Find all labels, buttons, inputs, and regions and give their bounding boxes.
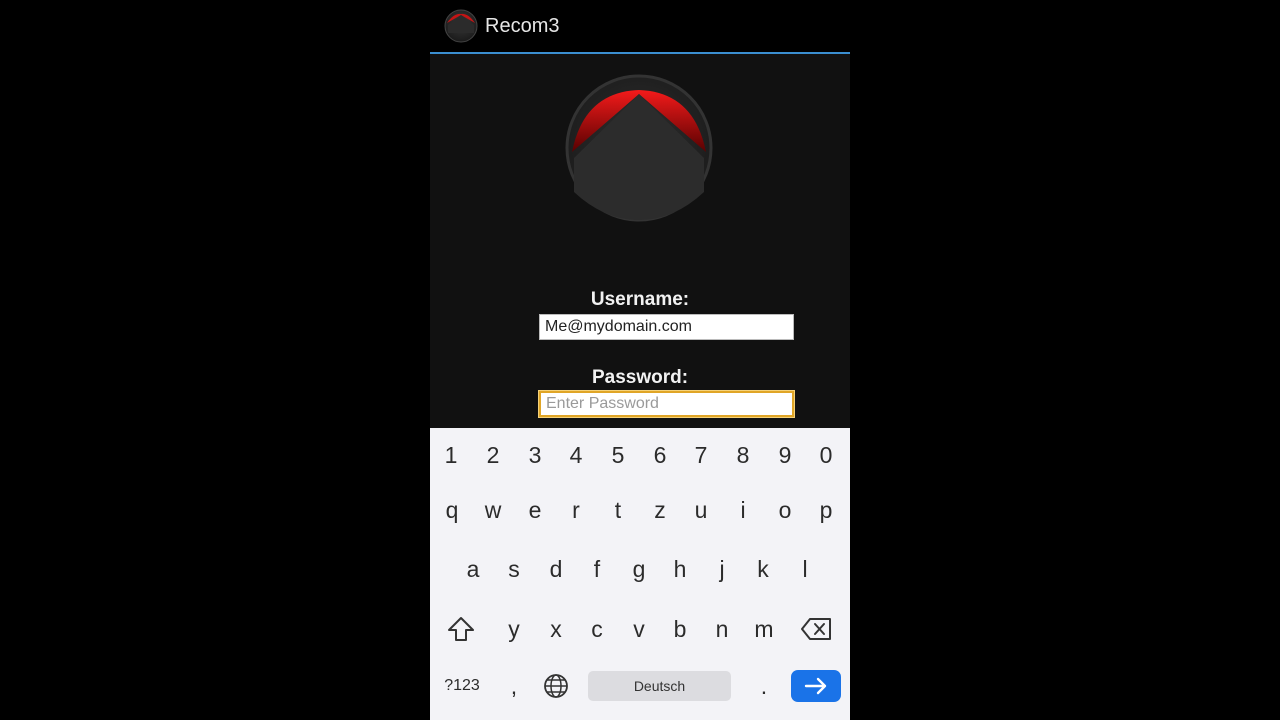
key-l[interactable]: l (785, 547, 825, 591)
action-bar: Recom3 (430, 0, 850, 54)
period-key[interactable]: . (744, 664, 784, 708)
shift-icon (448, 617, 474, 641)
key-j[interactable]: j (702, 547, 742, 591)
key-z[interactable]: z (640, 488, 680, 532)
key-w[interactable]: w (473, 488, 513, 532)
key-c[interactable]: c (577, 607, 617, 651)
key-p[interactable]: p (806, 488, 846, 532)
recom3-logo-icon (565, 74, 713, 222)
backspace-key[interactable] (796, 607, 836, 651)
key-a[interactable]: a (453, 547, 493, 591)
key-3[interactable]: 3 (515, 433, 555, 477)
shift-key[interactable] (441, 607, 481, 651)
key-0[interactable]: 0 (806, 433, 846, 477)
soft-keyboard: 1 2 3 4 5 6 7 8 9 0 q w e r t z u i o p … (430, 428, 850, 720)
key-g[interactable]: g (619, 547, 659, 591)
keyboard-row-1: q w e r t z u i o p (430, 488, 850, 538)
key-8[interactable]: 8 (723, 433, 763, 477)
key-h[interactable]: h (660, 547, 700, 591)
enter-key[interactable] (791, 670, 841, 702)
key-y[interactable]: y (494, 607, 534, 651)
key-9[interactable]: 9 (765, 433, 805, 477)
key-2[interactable]: 2 (473, 433, 513, 477)
keyboard-row-2: a s d f g h j k l (430, 547, 850, 597)
key-7[interactable]: 7 (681, 433, 721, 477)
key-d[interactable]: d (536, 547, 576, 591)
key-5[interactable]: 5 (598, 433, 638, 477)
key-b[interactable]: b (660, 607, 700, 651)
arrow-right-icon (804, 677, 827, 695)
username-label: Username: (590, 289, 690, 310)
backspace-icon (801, 618, 831, 640)
keyboard-row-3: y x c v b n m (430, 607, 850, 657)
key-v[interactable]: v (619, 607, 659, 651)
language-key[interactable] (536, 664, 576, 708)
key-6[interactable]: 6 (640, 433, 680, 477)
key-x[interactable]: x (536, 607, 576, 651)
key-m[interactable]: m (744, 607, 784, 651)
key-e[interactable]: e (515, 488, 555, 532)
space-key[interactable]: Deutsch (588, 671, 731, 701)
password-input[interactable] (539, 391, 794, 417)
key-1[interactable]: 1 (431, 433, 471, 477)
key-q[interactable]: q (432, 488, 472, 532)
key-u[interactable]: u (681, 488, 721, 532)
key-s[interactable]: s (494, 547, 534, 591)
keyboard-number-row: 1 2 3 4 5 6 7 8 9 0 (430, 433, 850, 483)
globe-icon (544, 674, 568, 698)
phone-screen: Recom3 Username: Password: 1 2 3 4 5 (430, 0, 850, 720)
username-input[interactable] (539, 314, 794, 340)
app-logo-icon (444, 9, 478, 43)
key-o[interactable]: o (765, 488, 805, 532)
key-i[interactable]: i (723, 488, 763, 532)
keyboard-bottom-row: ?123 , Deutsch . (430, 664, 850, 714)
password-label: Password: (591, 367, 689, 388)
app-title: Recom3 (485, 15, 560, 37)
key-4[interactable]: 4 (556, 433, 596, 477)
key-n[interactable]: n (702, 607, 742, 651)
symbols-key[interactable]: ?123 (440, 664, 484, 708)
key-r[interactable]: r (556, 488, 596, 532)
key-k[interactable]: k (743, 547, 783, 591)
key-t[interactable]: t (598, 488, 638, 532)
comma-key[interactable]: , (494, 664, 534, 708)
key-f[interactable]: f (577, 547, 617, 591)
